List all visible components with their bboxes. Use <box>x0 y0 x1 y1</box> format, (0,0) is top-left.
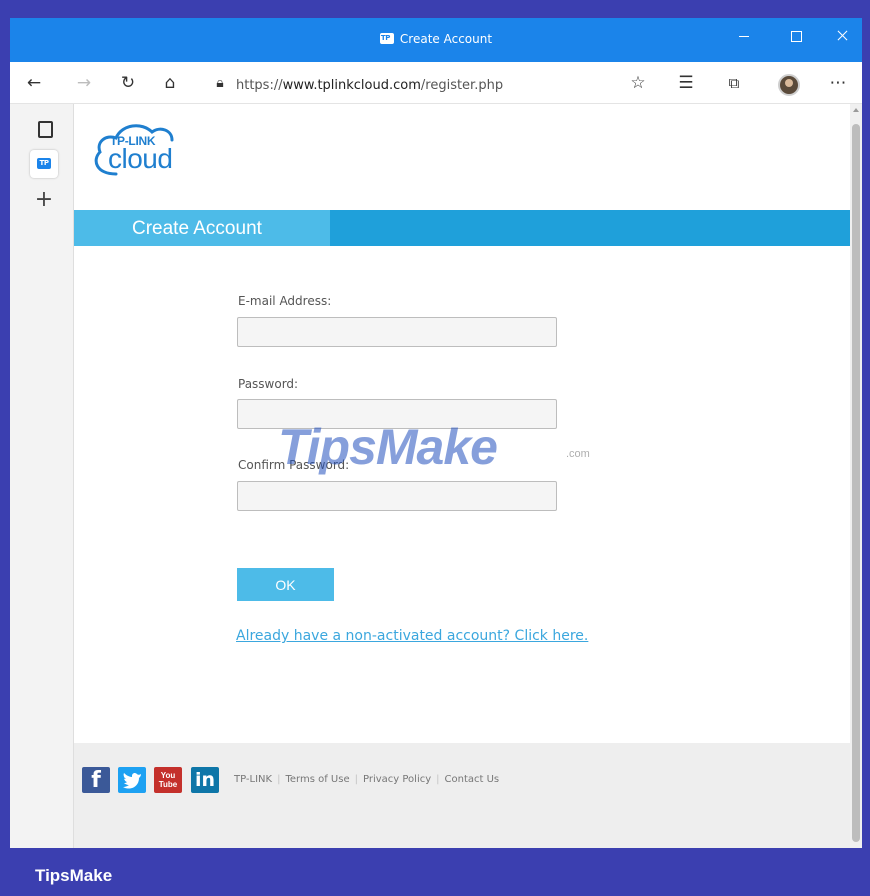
footer-link-tplink[interactable]: TP-LINK <box>234 774 272 785</box>
back-icon[interactable]: ← <box>22 72 46 94</box>
tp-link-favicon-icon <box>379 33 394 44</box>
refresh-icon[interactable]: ↻ <box>116 72 140 94</box>
page-content: TP-LINK cloud Create Account E-mail Addr… <box>74 104 850 848</box>
lock-icon[interactable]: 🔒︎ <box>208 72 232 94</box>
youtube-icon[interactable]: You Tube <box>154 767 182 793</box>
password-field[interactable] <box>237 399 557 429</box>
footer-link-contact[interactable]: Contact Us <box>445 774 500 785</box>
watermark-suffix: .com <box>566 448 590 460</box>
tab-actions-icon[interactable] <box>30 114 58 142</box>
ok-button[interactable]: OK <box>237 568 334 601</box>
header-band: Create Account <box>74 210 850 246</box>
favorites-list-icon[interactable]: ☰ <box>674 72 698 94</box>
footer-links: TP-LINK | Terms of Use | Privacy Policy | Cont… <box>234 774 499 785</box>
confirm-password-field[interactable] <box>237 481 557 511</box>
window-title-text: Create Account <box>399 32 493 46</box>
profile-avatar[interactable] <box>778 74 800 96</box>
footer-separator: | <box>354 774 358 785</box>
url-domain: www.tplinkcloud.com <box>282 78 421 93</box>
page-footer: f You Tube in TP-LINK | Terms of Use | Priva… <box>74 743 850 848</box>
url-path: /register.php <box>420 78 504 93</box>
home-icon[interactable]: ⌂ <box>158 72 182 94</box>
forward-icon[interactable]: → <box>72 72 96 94</box>
email-label: E-mail Address: <box>238 294 332 308</box>
url-scheme: https:// <box>236 78 283 93</box>
tab-create-account-section[interactable]: Create Account <box>74 210 330 246</box>
twitter-bird-shape <box>123 772 141 789</box>
ellipsis-icon[interactable]: ⋯ <box>826 72 850 94</box>
vertical-scrollbar[interactable] <box>850 104 862 848</box>
password-label: Password: <box>238 377 299 391</box>
non-activated-account-link[interactable]: Already have a non-activated account? Cl… <box>236 628 588 644</box>
close-button[interactable] <box>832 26 852 46</box>
title-bar: Create Account <box>10 18 862 62</box>
maximize-button[interactable] <box>786 26 806 46</box>
email-field[interactable] <box>237 317 557 347</box>
facebook-icon[interactable]: f <box>82 767 110 793</box>
browser-toolbar: ← → ↻ ⌂ 🔒︎ https://www.tplinkcloud.com/r… <box>10 62 862 104</box>
vertical-tab-sidebar: + <box>10 104 74 848</box>
collections-icon[interactable]: ⧉ <box>722 72 746 94</box>
tp-link-cloud-logo[interactable]: TP-LINK cloud <box>86 116 206 180</box>
new-tab-plus-icon[interactable]: + <box>30 186 58 214</box>
minimize-button[interactable] <box>734 26 754 46</box>
footer-link-terms[interactable]: Terms of Use <box>285 774 349 785</box>
star-add-icon[interactable]: ☆ <box>626 72 650 94</box>
address-bar[interactable]: https://www.tplinkcloud.com/register.php <box>236 78 503 93</box>
brand-caption: TipsMake <box>35 866 113 885</box>
footer-separator: | <box>436 774 440 785</box>
footer-link-privacy[interactable]: Privacy Policy <box>363 774 431 785</box>
scroll-thumb[interactable] <box>852 124 860 842</box>
linkedin-icon[interactable]: in <box>191 767 219 793</box>
section-tab-label: Create Account <box>132 218 262 239</box>
tab-create-account[interactable] <box>30 150 58 178</box>
twitter-icon[interactable] <box>118 767 146 793</box>
scroll-up-icon[interactable] <box>853 108 859 112</box>
browser-window: Create Account ← → ↻ ⌂ 🔒︎ https://www.tp… <box>10 18 862 848</box>
footer-separator: | <box>277 774 281 785</box>
logo-brand-bottom: cloud <box>108 143 173 174</box>
confirm-password-label: Confirm Password: <box>238 458 350 472</box>
